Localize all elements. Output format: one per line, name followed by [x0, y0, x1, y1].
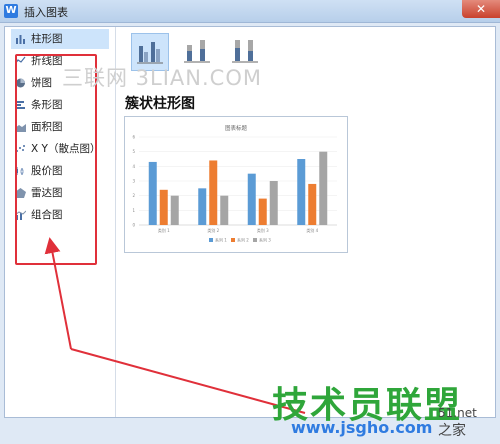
- window-title: 插入图表: [24, 6, 68, 19]
- wps-app-icon: W: [4, 4, 18, 18]
- watermark-side2: 之家: [438, 423, 466, 439]
- watermark-side1: 51.net: [438, 406, 477, 420]
- watermark-url: www.jsgho.com: [291, 418, 433, 437]
- title-bar: W 插入图表 ✕: [0, 0, 500, 23]
- close-button[interactable]: ✕: [462, 0, 500, 18]
- watermark-3lian: 三联网 3LIAN.COM: [62, 66, 262, 90]
